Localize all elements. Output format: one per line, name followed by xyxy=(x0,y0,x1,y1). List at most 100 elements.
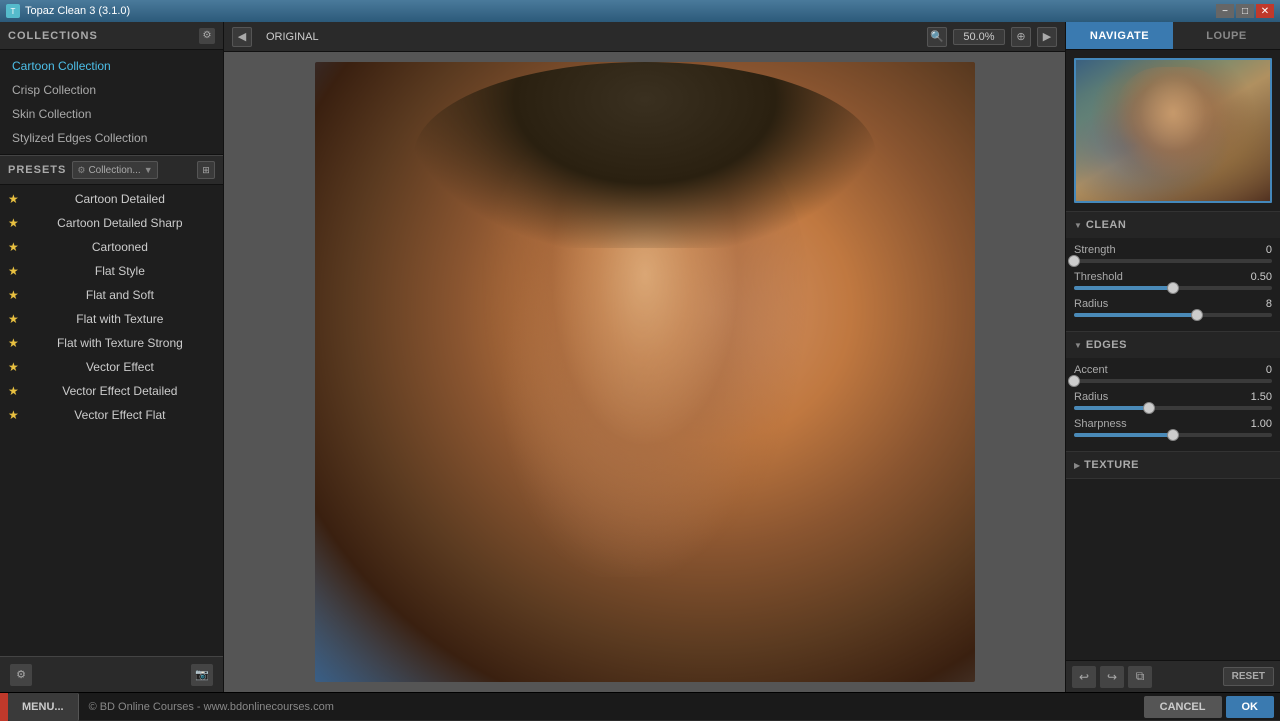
sharpness-slider-row: Sharpness 1.00 xyxy=(1074,418,1272,437)
edges-radius-thumb[interactable] xyxy=(1143,402,1155,414)
ok-button[interactable]: OK xyxy=(1226,696,1275,718)
collection-item-stylized[interactable]: Stylized Edges Collection xyxy=(0,126,223,150)
star-icon: ★ xyxy=(8,216,19,230)
toolbar-right: 🔍 50.0% ⊕ ▶ xyxy=(927,27,1057,47)
preset-item[interactable]: ★ Flat Style xyxy=(0,259,223,283)
texture-section-header[interactable]: ▶ TEXTURE xyxy=(1066,452,1280,478)
close-button[interactable]: ✕ xyxy=(1256,4,1274,18)
presets-grid-view-button[interactable]: ⊞ xyxy=(197,161,215,179)
clean-radius-thumb[interactable] xyxy=(1191,309,1203,321)
zoom-level[interactable]: 50.0% xyxy=(953,29,1005,45)
cursor-icon[interactable]: ⊕ xyxy=(1011,27,1031,47)
menu-button[interactable]: MENU... xyxy=(8,693,79,721)
preview-thumbnail xyxy=(1074,58,1272,203)
clean-radius-slider-row: Radius 8 xyxy=(1074,298,1272,317)
threshold-track[interactable] xyxy=(1074,286,1272,290)
threshold-thumb[interactable] xyxy=(1167,282,1179,294)
clean-section-header[interactable]: ▼ CLEAN xyxy=(1066,212,1280,238)
right-panel-bottom: ↩ ↪ ⧉ RESET xyxy=(1066,660,1280,692)
strength-slider-row: Strength 0 xyxy=(1074,244,1272,263)
tab-navigate[interactable]: NAVIGATE xyxy=(1066,22,1173,49)
threshold-slider-row: Threshold 0.50 xyxy=(1074,271,1272,290)
window-controls[interactable]: − □ ✕ xyxy=(1216,4,1274,18)
sharpness-thumb[interactable] xyxy=(1167,429,1179,441)
collapse-icon: ▼ xyxy=(1074,221,1082,230)
clean-radius-track[interactable] xyxy=(1074,313,1272,317)
star-icon: ★ xyxy=(8,384,19,398)
preset-item[interactable]: ★ Cartoon Detailed xyxy=(0,187,223,211)
clean-section-content: Strength 0 Threshold 0.50 xyxy=(1066,238,1280,331)
preset-item[interactable]: ★ Cartoon Detailed Sharp xyxy=(0,211,223,235)
preset-item[interactable]: ★ Vector Effect Detailed xyxy=(0,379,223,403)
clean-section-title: CLEAN xyxy=(1086,219,1126,231)
copy-button[interactable]: ⧉ xyxy=(1128,666,1152,688)
navigate-preview xyxy=(1066,50,1280,212)
panel-spacer xyxy=(1066,479,1280,660)
preset-item[interactable]: ★ Flat with Texture Strong xyxy=(0,331,223,355)
action-buttons: CANCEL OK xyxy=(1144,696,1280,718)
preset-item[interactable]: ★ Vector Effect Flat xyxy=(0,403,223,427)
sidebar: COLLECTIONS ⚙ Cartoon Collection Crisp C… xyxy=(0,22,224,692)
edges-section-header[interactable]: ▼ EDGES xyxy=(1066,332,1280,358)
collection-item-skin[interactable]: Skin Collection xyxy=(0,102,223,126)
collections-settings-button[interactable]: ⚙ xyxy=(199,28,215,44)
copyright-text: © BD Online Courses - www.bdonlinecourse… xyxy=(79,701,1144,713)
threshold-fill xyxy=(1074,286,1173,290)
edges-radius-fill xyxy=(1074,406,1149,410)
collections-header: COLLECTIONS ⚙ xyxy=(0,22,223,50)
star-icon: ★ xyxy=(8,264,19,278)
strength-track[interactable] xyxy=(1074,259,1272,263)
preset-item[interactable]: ★ Flat and Soft xyxy=(0,283,223,307)
undo-button[interactable]: ↩ xyxy=(1072,666,1096,688)
sharpness-label: Sharpness xyxy=(1074,418,1127,430)
prev-button[interactable]: ◀ xyxy=(232,27,252,47)
canvas-toolbar: ◀ ORIGINAL 🔍 50.0% ⊕ ▶ xyxy=(224,22,1065,52)
collections-list: Cartoon Collection Crisp Collection Skin… xyxy=(0,50,223,155)
clean-radius-fill xyxy=(1074,313,1197,317)
collection-item-crisp[interactable]: Crisp Collection xyxy=(0,78,223,102)
presets-list: ★ Cartoon Detailed ★ Cartoon Detailed Sh… xyxy=(0,185,223,656)
sharpness-fill xyxy=(1074,433,1173,437)
collapse-icon: ▶ xyxy=(1074,461,1080,470)
strength-value: 0 xyxy=(1266,244,1272,256)
search-icon[interactable]: 🔍 xyxy=(927,27,947,47)
edges-radius-track[interactable] xyxy=(1074,406,1272,410)
sidebar-bottom: ⚙ 📷 xyxy=(0,656,223,692)
cancel-button[interactable]: CANCEL xyxy=(1144,696,1222,718)
star-icon: ★ xyxy=(8,336,19,350)
view-tabs: NAVIGATE LOUPE xyxy=(1066,22,1280,50)
accent-thumb[interactable] xyxy=(1068,375,1080,387)
minimize-button[interactable]: − xyxy=(1216,4,1234,18)
star-icon: ★ xyxy=(8,360,19,374)
texture-section: ▶ TEXTURE xyxy=(1066,452,1280,479)
next-button[interactable]: ▶ xyxy=(1037,27,1057,47)
camera-button[interactable]: 📷 xyxy=(191,664,213,686)
canvas-image xyxy=(224,52,1065,692)
edges-section-title: EDGES xyxy=(1086,339,1127,351)
redo-button[interactable]: ↪ xyxy=(1100,666,1124,688)
collections-label: COLLECTIONS xyxy=(8,30,98,42)
settings-button[interactable]: ⚙ xyxy=(10,664,32,686)
clean-section: ▼ CLEAN Strength 0 xyxy=(1066,212,1280,332)
edges-section-content: Accent 0 Radius 1.50 xyxy=(1066,358,1280,451)
canvas-area: ◀ ORIGINAL 🔍 50.0% ⊕ ▶ xyxy=(224,22,1065,692)
tab-loupe[interactable]: LOUPE xyxy=(1173,22,1280,49)
preset-item[interactable]: ★ Flat with Texture xyxy=(0,307,223,331)
strength-thumb[interactable] xyxy=(1068,255,1080,267)
sharpness-track[interactable] xyxy=(1074,433,1272,437)
collection-item-cartoon[interactable]: Cartoon Collection xyxy=(0,54,223,78)
preset-item[interactable]: ★ Cartooned xyxy=(0,235,223,259)
preset-item[interactable]: ★ Vector Effect xyxy=(0,355,223,379)
main-area: COLLECTIONS ⚙ Cartoon Collection Crisp C… xyxy=(0,22,1280,692)
edges-section: ▼ EDGES Accent 0 xyxy=(1066,332,1280,452)
presets-dropdown[interactable]: ⚙ Collection... ▼ xyxy=(72,161,157,179)
sharpness-value: 1.00 xyxy=(1251,418,1272,430)
star-icon: ★ xyxy=(8,288,19,302)
portrait-image xyxy=(315,62,975,682)
app-title: Topaz Clean 3 (3.1.0) xyxy=(25,5,130,17)
threshold-value: 0.50 xyxy=(1251,271,1272,283)
maximize-button[interactable]: □ xyxy=(1236,4,1254,18)
accent-track[interactable] xyxy=(1074,379,1272,383)
clean-radius-label: Radius xyxy=(1074,298,1108,310)
reset-button[interactable]: RESET xyxy=(1223,667,1274,686)
